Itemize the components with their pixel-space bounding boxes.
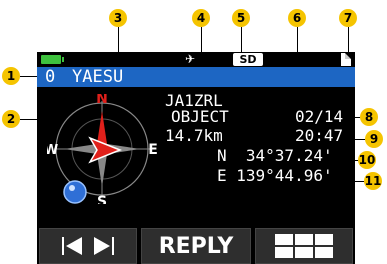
menu-grid-icon [275, 234, 333, 258]
station-position-icon [63, 180, 87, 204]
station-type: OBJECT [171, 107, 229, 126]
compass-e-label: E [148, 142, 157, 158]
station-distance: 14.7km [165, 126, 223, 145]
callout-2: 2 [2, 110, 20, 128]
callout-8: 8 [360, 108, 378, 126]
callout-10: 10 [358, 151, 376, 169]
callout-11: 11 [364, 172, 382, 190]
station-longitude: E 139°44.96' [217, 166, 333, 185]
memory-channel: 0 [45, 67, 56, 87]
gps-satellite-icon: ✈ [185, 52, 196, 66]
prev-next-button[interactable] [39, 228, 137, 264]
station-tag: YAESU [72, 67, 124, 87]
leader-1 [20, 76, 37, 77]
status-bar: ✈ SD [37, 52, 355, 67]
station-latitude: N 34°37.24' [217, 146, 333, 165]
callout-1: 1 [2, 67, 20, 85]
radio-display: ✈ SD 0 YAESU N S E W JA1ZRL OBJECT 02/14… [37, 52, 355, 264]
callsign-bar: 0 YAESU [37, 67, 355, 87]
callout-9: 9 [365, 130, 383, 148]
prev-next-icon [62, 237, 114, 255]
callout-4: 4 [192, 9, 210, 27]
compass-n-label: N [96, 94, 108, 107]
compass-s-label: S [97, 194, 107, 204]
station-date: 02/14 [295, 107, 344, 126]
compass-w-label: W [47, 143, 58, 158]
station-time: 20:47 [295, 126, 344, 145]
callout-7: 7 [339, 9, 357, 27]
callout-5: 5 [232, 9, 250, 27]
battery-icon [41, 55, 64, 64]
document-icon [341, 53, 351, 66]
callout-6: 6 [288, 9, 306, 27]
softkey-bar: REPLY [37, 228, 355, 264]
callout-3: 3 [109, 9, 127, 27]
menu-button[interactable] [255, 228, 353, 264]
compass-rose: N S E W [47, 94, 157, 204]
reply-button[interactable]: REPLY [141, 228, 251, 264]
memory-card-icon: SD [233, 53, 263, 66]
